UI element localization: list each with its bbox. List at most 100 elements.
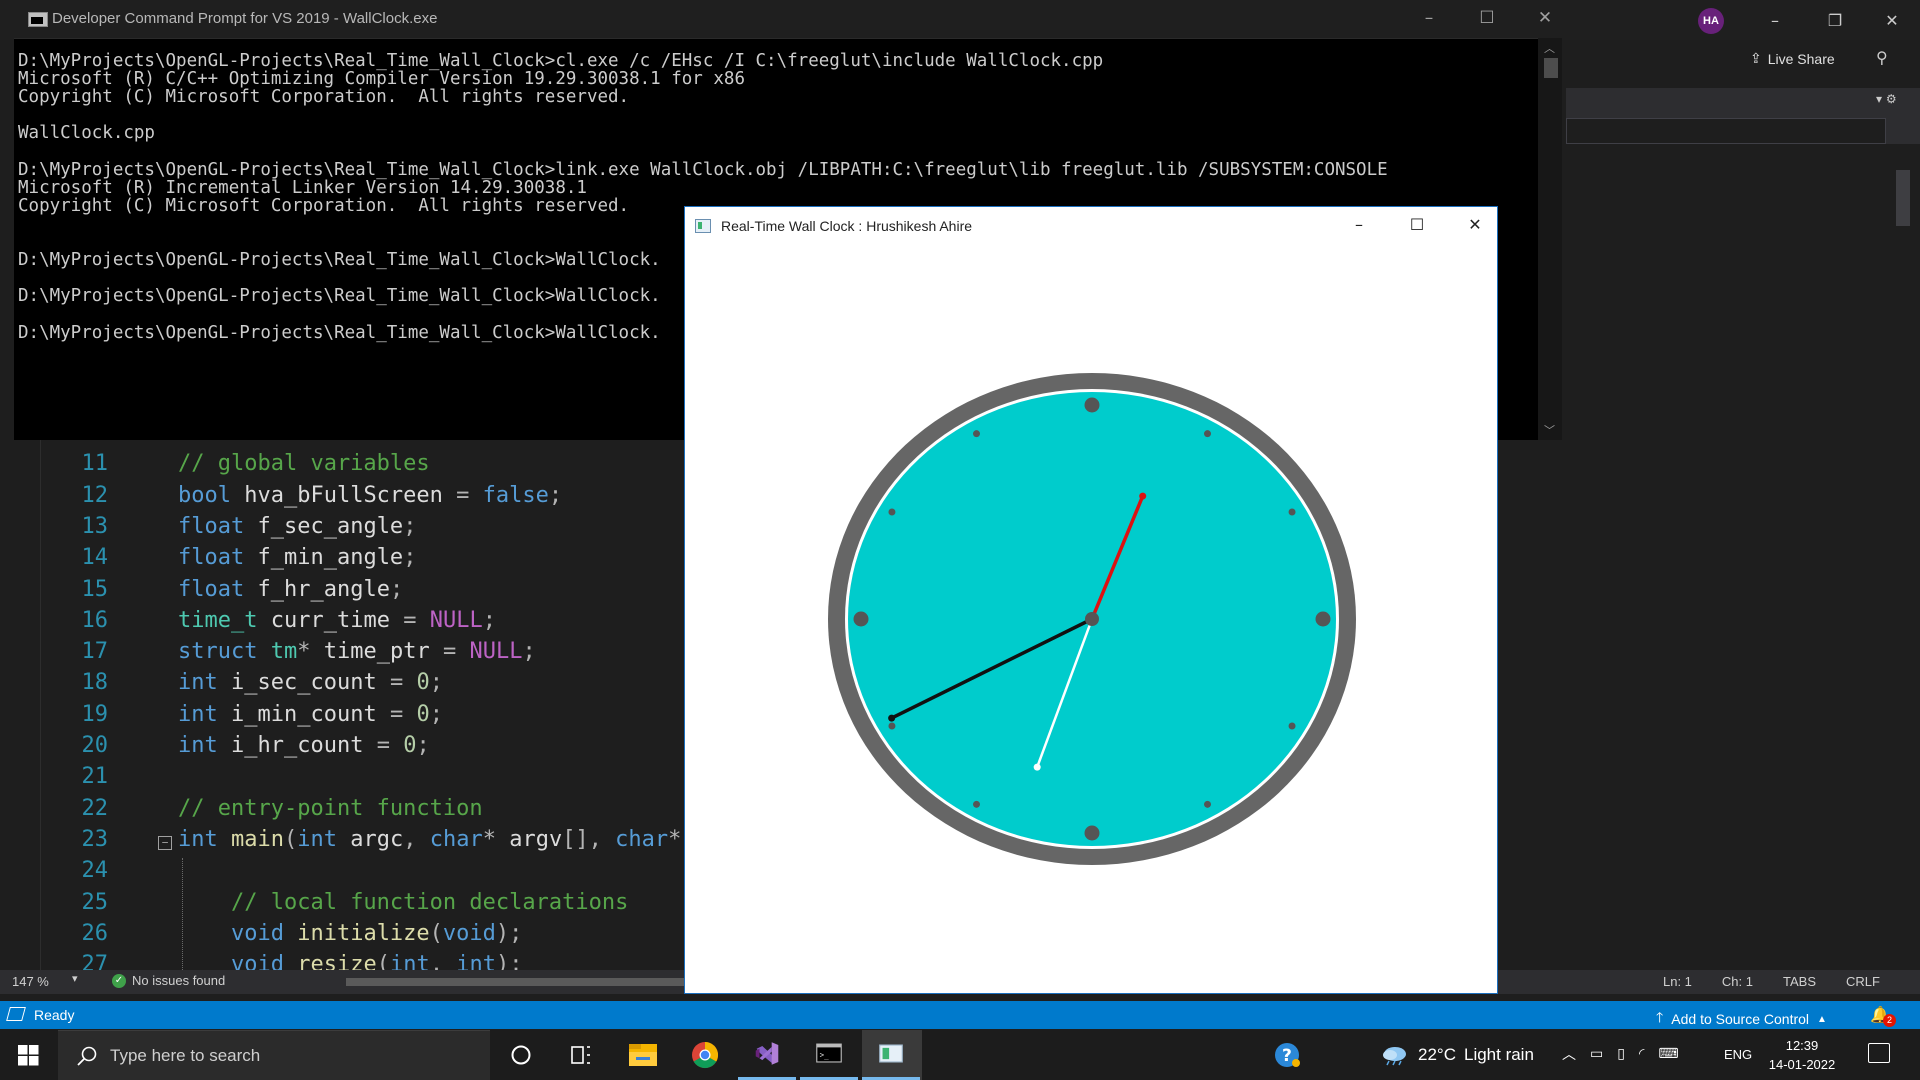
- code-line[interactable]: 19 int i_min_count = 0;: [0, 699, 443, 730]
- cmd-output-line: Microsoft (R) C/C++ Optimizing Compiler …: [18, 69, 745, 90]
- navigation-dropdown[interactable]: [1566, 118, 1886, 144]
- file-explorer-icon[interactable]: [614, 1030, 672, 1080]
- code-text: int i_min_count = 0;: [178, 701, 443, 727]
- wifi-icon[interactable]: ◜: [1639, 1046, 1644, 1062]
- cmd-maximize-button[interactable]: ☐: [1472, 8, 1502, 28]
- cursor-position[interactable]: Ln: 1 Ch: 1 TABS CRLF: [1663, 974, 1880, 989]
- clock-minimize-button[interactable]: –: [1341, 214, 1377, 236]
- weather-widget[interactable]: 22°C Light rain: [1380, 1044, 1534, 1066]
- code-line[interactable]: 14 float f_min_angle;: [0, 542, 417, 573]
- terminal-icon: [28, 12, 48, 27]
- code-text: struct tm* time_ptr = NULL;: [178, 639, 536, 665]
- command-prompt-taskbar-icon[interactable]: >_: [800, 1030, 858, 1080]
- line-number: 21: [81, 764, 109, 790]
- hand-tip: [1033, 763, 1041, 771]
- code-line[interactable]: 25 // local function declarations: [0, 887, 629, 918]
- wall-clock-taskbar-icon[interactable]: [862, 1030, 920, 1080]
- code-line[interactable]: 23 int main(int argc, char* argv[], char*: [0, 824, 682, 855]
- code-line[interactable]: 22 // entry-point function: [0, 793, 483, 824]
- hour-marker: [853, 611, 869, 627]
- help-icon[interactable]: ?: [1258, 1030, 1316, 1080]
- indent-mode[interactable]: TABS: [1783, 974, 1816, 989]
- chevron-down-icon[interactable]: ▾: [72, 972, 78, 985]
- cmd-scroll-thumb[interactable]: [1544, 58, 1558, 78]
- indent-guide: [182, 858, 183, 970]
- line-number: 27: [81, 952, 109, 970]
- chevron-up-icon[interactable]: ︿: [1562, 1044, 1576, 1064]
- code-editor[interactable]: 10 11 // global variables 12 bool hva_bFullS…: [0, 440, 690, 970]
- task-view-icon[interactable]: [552, 1030, 610, 1080]
- wall-clock-window[interactable]: Real-Time Wall Clock : Hrushikesh Ahire …: [684, 206, 1498, 994]
- cmd-output-line: D:\MyProjects\OpenGL-Projects\Real_Time_…: [18, 52, 1104, 71]
- keyboard-icon[interactable]: ⌨: [1658, 1046, 1678, 1062]
- code-text: float f_sec_angle;: [178, 513, 417, 539]
- visual-studio-icon[interactable]: [738, 1030, 796, 1080]
- code-line[interactable]: 24: [0, 855, 178, 886]
- arrow-up-icon: 🡑: [1656, 1010, 1664, 1026]
- add-to-source-control-button[interactable]: 🡑 Add to Source Control ▲: [1656, 1007, 1827, 1031]
- chevron-up-icon: ▲: [1817, 1013, 1827, 1025]
- taskbar-clock[interactable]: 12:39 14-01-2022: [1762, 1036, 1842, 1074]
- notification-center-icon[interactable]: [1868, 1043, 1890, 1063]
- clock-maximize-button[interactable]: ☐: [1399, 214, 1435, 236]
- cmd-vertical-scrollbar[interactable]: [1538, 38, 1562, 440]
- clock-titlebar[interactable]: Real-Time Wall Clock : Hrushikesh Ahire …: [685, 207, 1497, 243]
- chrome-icon[interactable]: [676, 1030, 734, 1080]
- collapse-toggle-icon[interactable]: −: [158, 836, 172, 850]
- code-line[interactable]: 10: [0, 440, 178, 448]
- cmd-minimize-button[interactable]: –: [1414, 8, 1444, 28]
- editor-horizontal-scrollbar[interactable]: [346, 978, 686, 986]
- cmd-close-button[interactable]: ✕: [1530, 8, 1560, 28]
- code-line[interactable]: 18 int i_sec_count = 0;: [0, 667, 443, 698]
- line-number: 11: [81, 451, 109, 477]
- cmd-titlebar[interactable]: Developer Command Prompt for VS 2019 - W…: [14, 0, 1562, 39]
- zoom-level[interactable]: 147 %: [12, 974, 49, 989]
- code-line[interactable]: 20 int i_hr_count = 0;: [0, 730, 430, 761]
- battery-icon[interactable]: ▭: [1590, 1046, 1603, 1062]
- source-control-label: Add to Source Control: [1671, 1011, 1810, 1027]
- code-line[interactable]: 21: [0, 761, 178, 792]
- hour-marker: [1315, 611, 1331, 627]
- windows-start-icon[interactable]: [0, 1030, 58, 1080]
- code-line[interactable]: 26 void initialize(void);: [0, 918, 523, 949]
- taskbar-search-box[interactable]: Type here to search: [58, 1030, 490, 1080]
- line-number: 17: [81, 639, 109, 665]
- code-line[interactable]: 16 time_t curr_time = NULL;: [0, 605, 496, 636]
- line-number: 25: [81, 889, 109, 915]
- cmd-output-line: Microsoft (R) Incremental Linker Version…: [18, 177, 587, 198]
- editor-vertical-scrollbar[interactable]: [1892, 145, 1914, 965]
- user-avatar[interactable]: HA: [1698, 8, 1724, 34]
- feedback-icon[interactable]: ⚲: [1876, 48, 1888, 67]
- code-text: void resize(int, int);: [230, 952, 523, 970]
- line-number: 12: [81, 482, 109, 508]
- editor-scroll-thumb[interactable]: [1896, 170, 1910, 226]
- issues-indicator[interactable]: ✓ No issues found: [112, 973, 225, 988]
- mic-icon[interactable]: ▯: [1617, 1046, 1625, 1062]
- clock-canvas: [828, 373, 1356, 865]
- settings-icon[interactable]: ▾ ⚙: [1876, 92, 1897, 106]
- live-share-button[interactable]: ⇪ Live Share: [1750, 48, 1835, 70]
- scroll-up-icon[interactable]: ︿: [1544, 40, 1555, 56]
- system-tray: ︿ ▭ ▯ ◜ ⌨: [1562, 1044, 1679, 1064]
- hour-marker: [1084, 397, 1100, 413]
- scroll-down-icon[interactable]: ﹀: [1544, 422, 1555, 438]
- hour-marker: [1084, 825, 1100, 841]
- clock-close-button[interactable]: ✕: [1457, 214, 1493, 236]
- code-line[interactable]: 12 bool hva_bFullScreen = false;: [0, 480, 563, 511]
- code-line[interactable]: 27 void resize(int, int);: [0, 949, 523, 970]
- svg-text:>_: >_: [820, 1050, 830, 1059]
- vs-restore-button[interactable]: ❐: [1815, 10, 1855, 32]
- code-line[interactable]: 11 // global variables: [0, 448, 430, 479]
- code-line[interactable]: 17 struct tm* time_ptr = NULL;: [0, 636, 536, 667]
- cmd-output-line: WallClock.cpp: [18, 123, 155, 144]
- vs-minimize-button[interactable]: –: [1755, 10, 1795, 32]
- line-number: 13: [81, 513, 109, 539]
- input-language[interactable]: ENG: [1724, 1047, 1752, 1062]
- line-number: 26: [81, 920, 109, 946]
- code-line[interactable]: 13 float f_sec_angle;: [0, 511, 417, 542]
- vs-close-button[interactable]: ✕: [1872, 10, 1912, 32]
- code-line[interactable]: 15 float f_hr_angle;: [0, 574, 404, 605]
- line-ending[interactable]: CRLF: [1846, 974, 1880, 989]
- line-number: 23: [81, 826, 109, 852]
- cortana-icon[interactable]: [492, 1030, 550, 1080]
